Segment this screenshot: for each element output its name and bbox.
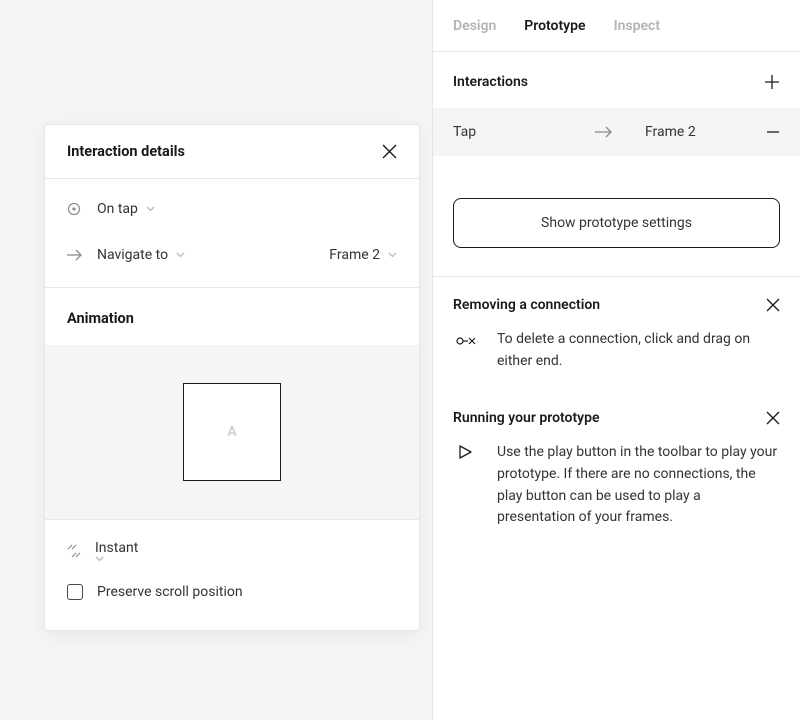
remove-connection-icon (453, 329, 477, 351)
play-icon (453, 442, 477, 460)
panel-tabs: Design Prototype Inspect (433, 0, 800, 52)
tab-prototype[interactable]: Prototype (524, 18, 585, 34)
action-value: Navigate to (97, 247, 168, 263)
action-dropdown[interactable]: Navigate to (97, 247, 185, 263)
tab-inspect[interactable]: Inspect (614, 18, 660, 34)
remove-interaction-icon[interactable] (766, 125, 780, 139)
tab-design[interactable]: Design (453, 18, 496, 34)
interactions-title: Interactions (453, 74, 528, 90)
trigger-value: On tap (97, 201, 138, 217)
easing-value: Instant (95, 540, 138, 556)
destination-value: Frame 2 (329, 247, 380, 263)
prototype-sidebar: Design Prototype Inspect Interactions Ta… (432, 0, 800, 720)
tip-title: Running your prototype (453, 410, 600, 426)
instant-icon (67, 544, 81, 558)
tap-icon (67, 202, 97, 216)
modal-title: Interaction details (67, 143, 185, 160)
tip-text: Use the play button in the toolbar to pl… (497, 442, 780, 529)
chevron-down-icon (95, 556, 138, 562)
chevron-down-icon (176, 252, 185, 258)
tip-removing-connection: Removing a connection To delete a connec… (433, 277, 800, 390)
trigger-dropdown[interactable]: On tap (97, 201, 155, 217)
tip-text: To delete a connection, click and drag o… (497, 329, 780, 372)
interaction-row[interactable]: Tap Frame 2 (433, 108, 800, 156)
interaction-target: Frame 2 (645, 124, 766, 140)
preserve-scroll-label: Preserve scroll position (97, 584, 243, 600)
close-icon[interactable] (766, 411, 780, 425)
chevron-down-icon (146, 206, 155, 212)
easing-dropdown[interactable]: Instant (95, 540, 138, 562)
checkbox-icon (67, 584, 83, 600)
destination-dropdown[interactable]: Frame 2 (329, 247, 397, 263)
close-icon[interactable] (766, 298, 780, 312)
preserve-scroll-checkbox[interactable]: Preserve scroll position (45, 572, 419, 610)
arrow-right-icon (595, 126, 645, 138)
arrow-right-icon (67, 249, 97, 261)
animation-preview-frame: A (183, 383, 281, 481)
show-prototype-settings-button[interactable]: Show prototype settings (453, 198, 780, 248)
animation-preview: A (45, 345, 419, 519)
close-icon[interactable] (382, 144, 397, 159)
add-interaction-icon[interactable] (764, 74, 780, 90)
interactions-header: Interactions (433, 52, 800, 108)
tip-running-prototype: Running your prototype Use the play butt… (433, 390, 800, 547)
chevron-down-icon (388, 252, 397, 258)
animation-title: Animation (45, 287, 419, 345)
interaction-details-modal: Interaction details On tap Navigate to F… (44, 124, 420, 631)
tip-title: Removing a connection (453, 297, 600, 313)
interaction-trigger: Tap (453, 124, 595, 140)
